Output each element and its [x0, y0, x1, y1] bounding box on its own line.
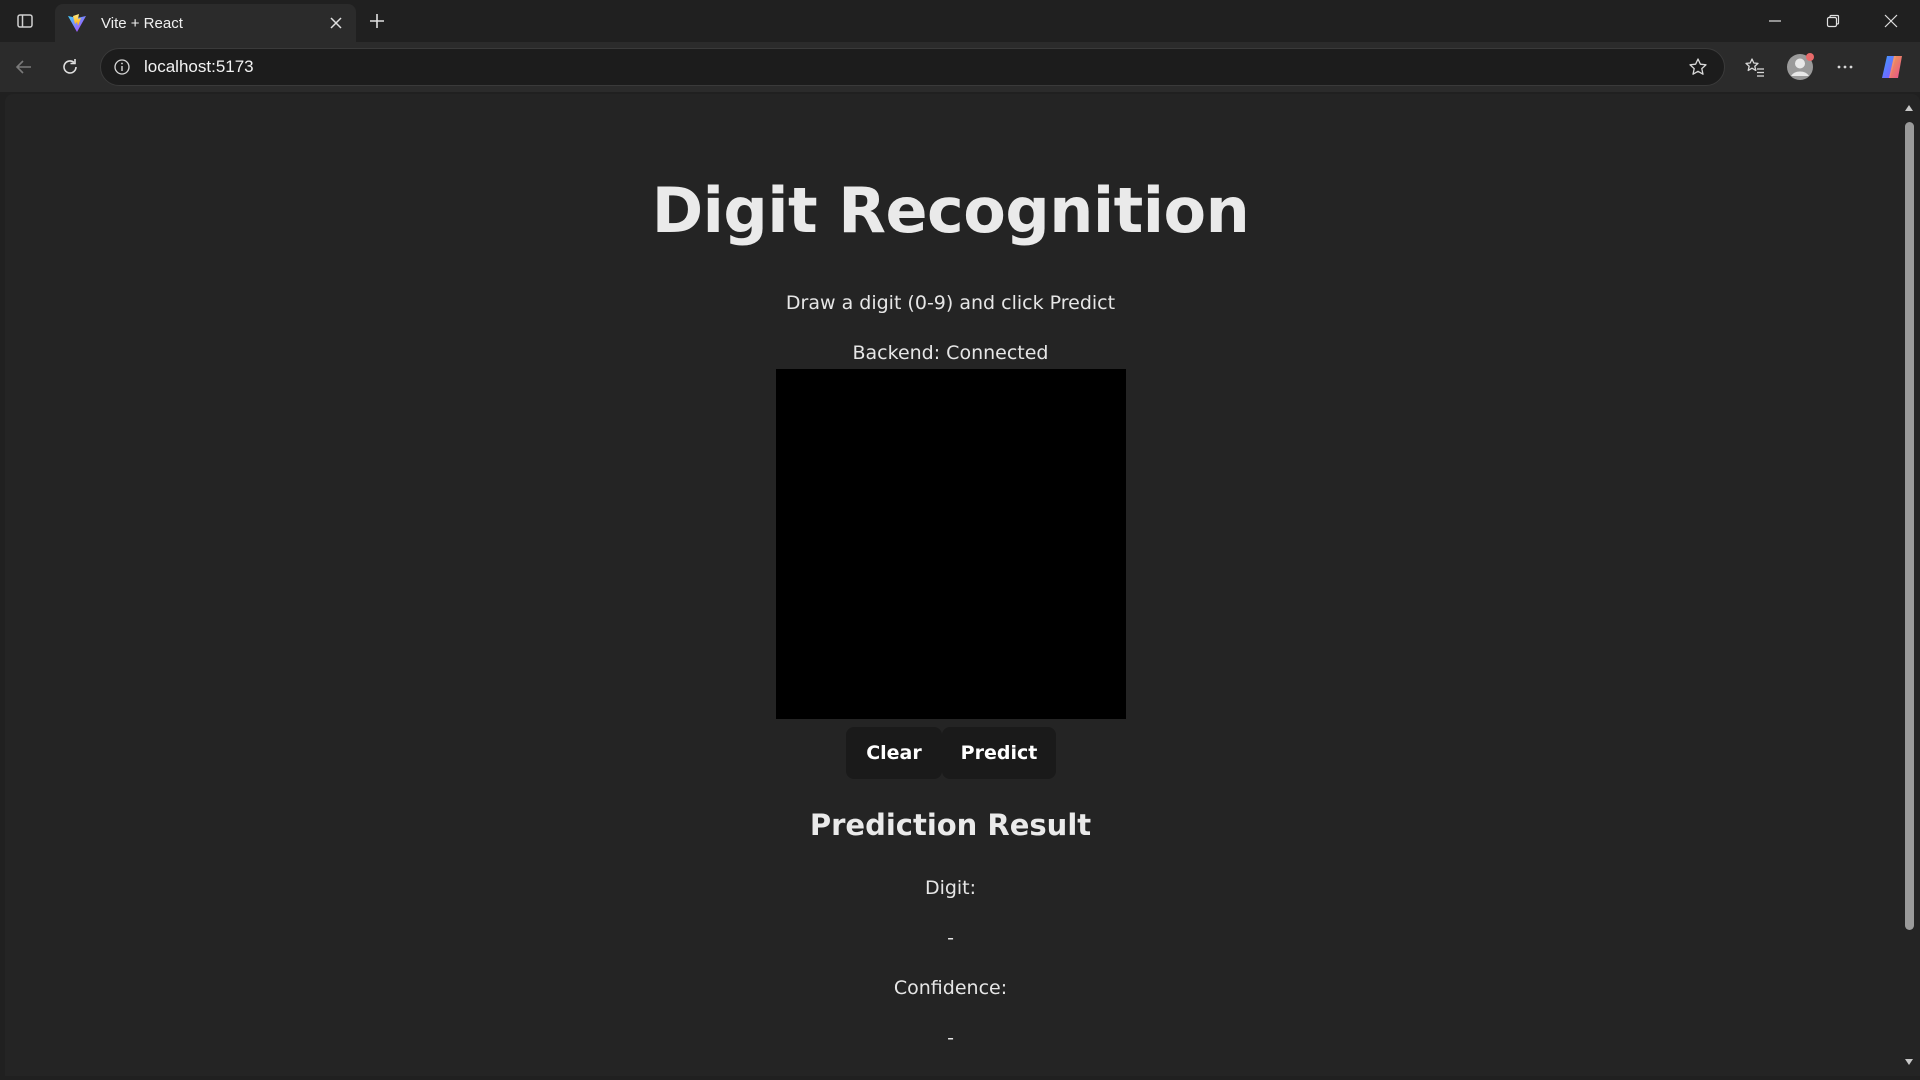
profile-icon[interactable]: [1782, 49, 1818, 85]
scrollbar-thumb[interactable]: [1905, 122, 1914, 930]
vite-logo-icon: [66, 12, 88, 34]
star-icon[interactable]: [1682, 51, 1714, 83]
tab-title: Vite + React: [101, 14, 183, 32]
copilot-icon[interactable]: [1874, 49, 1910, 85]
refresh-icon[interactable]: [52, 49, 88, 85]
minimize-icon[interactable]: [1746, 0, 1804, 42]
digit-value: -: [947, 927, 954, 949]
info-icon[interactable]: [112, 57, 132, 77]
predict-button[interactable]: Predict: [942, 727, 1056, 779]
more-icon[interactable]: [1827, 49, 1863, 85]
page-viewport: Digit Recognition Draw a digit (0-9) and…: [5, 94, 1920, 1076]
confidence-label: Confidence:: [893, 977, 1008, 999]
browser-tab[interactable]: Vite + React: [55, 4, 356, 42]
back-arrow-icon[interactable]: [6, 49, 42, 85]
restore-icon[interactable]: [1804, 0, 1862, 42]
clear-button[interactable]: Clear: [846, 727, 942, 779]
app-root: Digit Recognition Draw a digit (0-9) and…: [5, 94, 1896, 1076]
favorites-icon[interactable]: [1737, 49, 1773, 85]
scroll-down-icon[interactable]: [1903, 1056, 1915, 1068]
instructions-text: Draw a digit (0-9) and click Predict: [785, 292, 1116, 314]
address-bar[interactable]: localhost:5173: [100, 48, 1725, 86]
result-heading: Prediction Result: [809, 808, 1092, 842]
digit-label: Digit:: [924, 877, 977, 899]
tab-actions-icon[interactable]: [8, 6, 42, 36]
scroll-up-icon[interactable]: [1903, 102, 1915, 114]
drawing-canvas[interactable]: [776, 369, 1126, 719]
action-buttons: Clear Predict: [846, 727, 1056, 779]
backend-status: Backend: Connected: [852, 342, 1049, 364]
browser-toolbar: localhost:5173: [0, 42, 1920, 92]
plus-icon[interactable]: [362, 6, 392, 36]
address-url[interactable]: localhost:5173: [144, 57, 1682, 77]
close-window-icon[interactable]: [1862, 0, 1920, 42]
close-icon[interactable]: [322, 9, 350, 37]
vertical-scrollbar[interactable]: [1898, 94, 1920, 1076]
confidence-value: -: [947, 1027, 954, 1049]
page-title: Digit Recognition: [651, 174, 1250, 247]
browser-tab-strip: Vite + React: [0, 0, 1920, 42]
